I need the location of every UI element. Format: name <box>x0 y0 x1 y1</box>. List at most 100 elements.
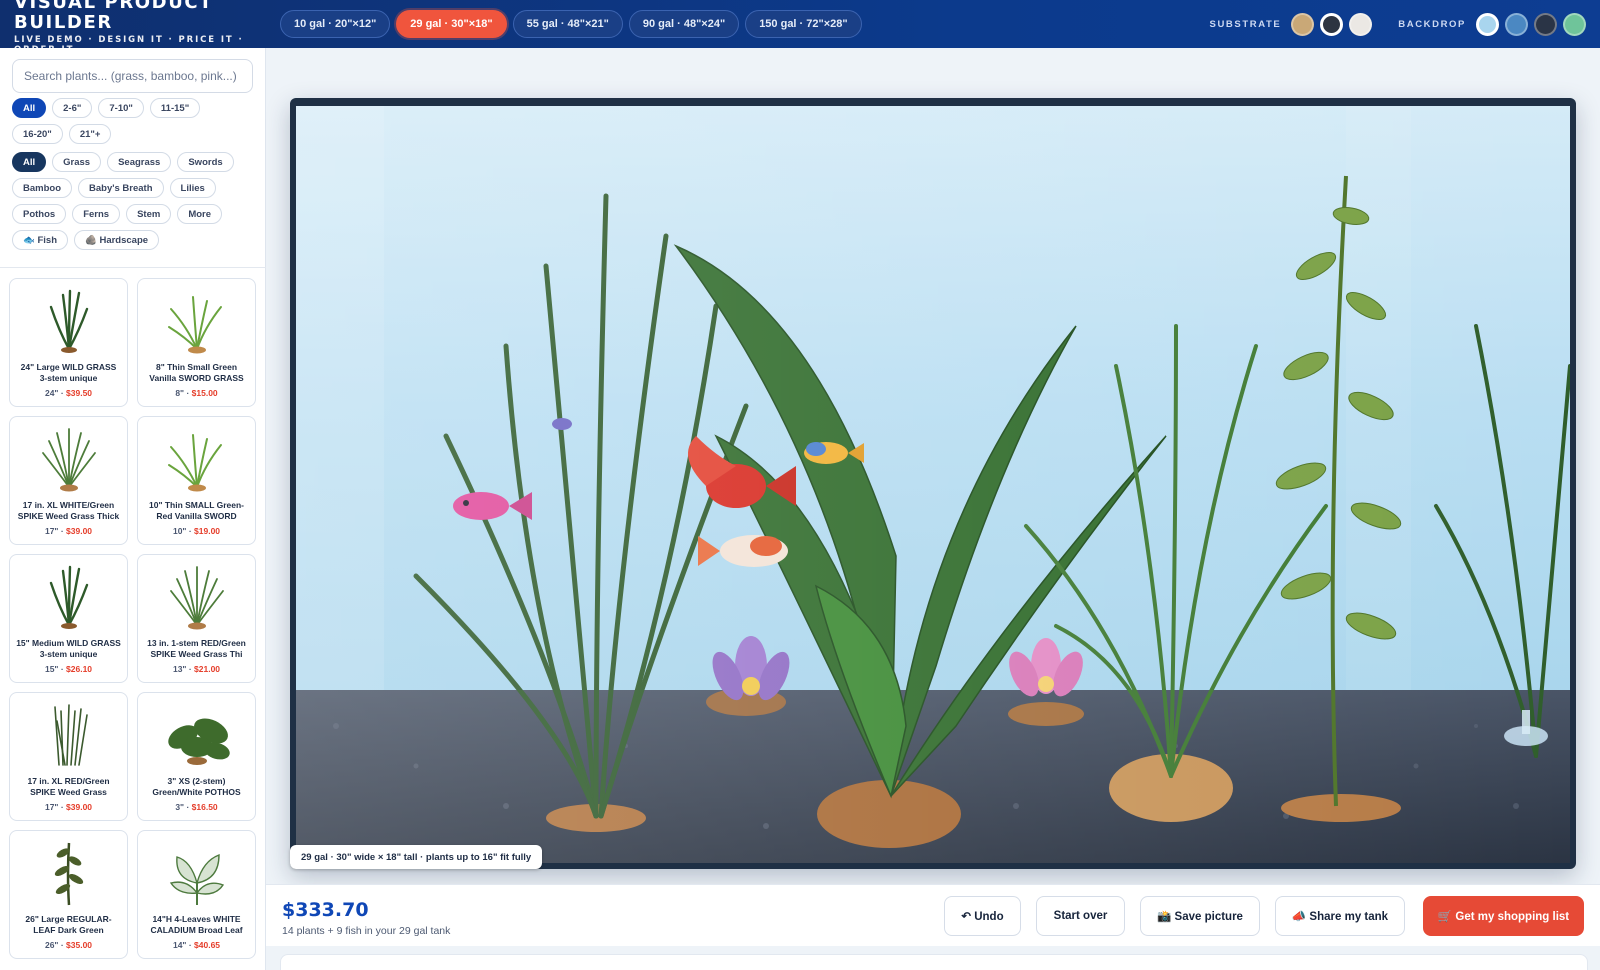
product-meta: 17" · $39.00 <box>44 526 93 536</box>
sidebar-divider <box>0 267 266 268</box>
substrate-label: SUBSTRATE <box>1209 18 1282 30</box>
tank-summary: 14 plants + 9 fish in your 29 gal tank <box>282 925 451 937</box>
brand: VISUAL PRODUCT BUILDER LIVE DEMO · DESIG… <box>14 0 280 55</box>
category-filter-pothos[interactable]: Pothos <box>12 204 67 224</box>
category-filter-bamboo[interactable]: Bamboo <box>12 178 72 198</box>
tank-tab-90gal[interactable]: 90 gal · 48"×24" <box>628 10 740 38</box>
product-name: 15" Medium WILD GRASS 3-stem unique <box>16 638 121 659</box>
undo-button[interactable]: ↶ Undo <box>944 896 1021 936</box>
save-picture-button[interactable]: 📸 Save picture <box>1140 896 1260 936</box>
product-card[interactable]: 10" Thin SMALL Green-Red Vanilla SWORD 10… <box>137 416 256 545</box>
product-meta: 14" · $40.65 <box>172 940 221 950</box>
product-price: $19.00 <box>194 526 221 536</box>
backdrop-swatch-green[interactable] <box>1563 12 1586 36</box>
plant-search-input[interactable] <box>12 59 253 93</box>
tank-tab-29gal[interactable]: 29 gal · 30"×18" <box>396 10 507 38</box>
product-meta: 10" · $19.00 <box>172 526 221 536</box>
product-card[interactable]: 8" Thin Small Green Vanilla SWORD GRASS 8… <box>137 278 256 407</box>
product-thumbnail <box>53 704 88 766</box>
appearance-options: SUBSTRATE BACKDROP <box>1209 12 1586 36</box>
glass-sheen <box>296 106 1570 863</box>
product-price: $39.00 <box>66 802 93 812</box>
category-filter-lilies[interactable]: Lilies <box>169 178 216 198</box>
product-card[interactable]: 14"H 4-Leaves WHITE CALADIUM Broad Leaf 1… <box>137 830 256 959</box>
category-filter-seagrass[interactable]: Seagrass <box>107 152 172 172</box>
product-thumbnail <box>169 853 224 905</box>
tank-tab-10gal[interactable]: 10 gal · 20"×12" <box>280 10 391 38</box>
tank-size-caption: 29 gal · 30" wide × 18" tall · plants up… <box>290 845 543 869</box>
product-price: $40.65 <box>194 940 221 950</box>
product-thumbnail <box>49 289 88 353</box>
substrate-swatch-sand[interactable] <box>1291 12 1315 36</box>
product-thumbnail <box>167 434 222 492</box>
aquarium-scene <box>296 106 1570 863</box>
category-filter-row: All Grass Seagrass Swords Bamboo Baby's … <box>12 152 256 250</box>
height-filter-11-15[interactable]: 11-15" <box>149 98 201 118</box>
product-thumbnail <box>41 428 96 492</box>
height-filter-21-plus[interactable]: 21"+ <box>68 124 112 144</box>
product-height: 26" <box>44 940 59 950</box>
product-meta: 13" · $21.00 <box>172 664 221 674</box>
product-name: 17 in. XL RED/Green SPIKE Weed Grass <box>27 776 110 797</box>
product-card[interactable]: 24" Large WILD GRASS 3-stem unique 24" · … <box>9 278 128 407</box>
height-filter-7-10[interactable]: 7-10" <box>98 98 144 118</box>
product-price: $26.10 <box>66 664 93 674</box>
category-filter-swords[interactable]: Swords <box>177 152 234 172</box>
substrate-swatch-black[interactable] <box>1320 12 1344 36</box>
product-height: 14" <box>172 940 187 950</box>
backdrop-swatch-blue[interactable] <box>1505 12 1528 36</box>
plant-sidebar: All 2-6" 7-10" 11-15" 16-20" 21"+ All Gr… <box>0 48 266 970</box>
tank-tab-150gal[interactable]: 150 gal · 72"×28" <box>745 10 862 38</box>
product-height: 10" <box>172 526 187 536</box>
category-filter-grass[interactable]: Grass <box>52 152 102 172</box>
height-filter-row: All 2-6" 7-10" 11-15" 16-20" 21"+ <box>12 98 256 144</box>
product-meta: 8" · $15.00 <box>175 388 218 398</box>
category-filter-babys-breath[interactable]: Baby's Breath <box>78 178 164 198</box>
backdrop-swatch-dark[interactable] <box>1534 12 1557 36</box>
product-card[interactable]: 15" Medium WILD GRASS 3-stem unique 15" ·… <box>9 554 128 683</box>
product-card[interactable]: 26" Large REGULAR-LEAF Dark Green 26" · $… <box>9 830 128 959</box>
category-filter-all[interactable]: All <box>12 152 47 172</box>
product-height: 15" <box>44 664 59 674</box>
product-card[interactable]: 17 in. XL WHITE/Green SPIKE Weed Grass T… <box>9 416 128 545</box>
product-name: 3" XS (2-stem) Green/White POTHOS <box>152 776 241 797</box>
height-filter-all[interactable]: All <box>12 98 47 118</box>
product-meta: 3" · $16.50 <box>175 802 218 812</box>
category-filter-stem[interactable]: Stem <box>126 204 172 224</box>
height-filter-2-6[interactable]: 2-6" <box>52 98 93 118</box>
product-meta: 26" · $35.00 <box>44 940 93 950</box>
product-height: 17" <box>44 802 59 812</box>
product-price: $16.50 <box>191 802 218 812</box>
product-name: 24" Large WILD GRASS 3-stem unique <box>20 362 117 383</box>
tank-tab-55gal[interactable]: 55 gal · 48"×21" <box>512 10 623 38</box>
product-price: $39.00 <box>66 526 93 536</box>
category-filter-fish[interactable]: 🐟 Fish <box>12 230 68 250</box>
lower-panel <box>280 954 1588 970</box>
product-height: 8" <box>175 388 185 398</box>
height-filter-16-20[interactable]: 16-20" <box>12 124 63 144</box>
product-card[interactable]: 17 in. XL RED/Green SPIKE Weed Grass 17" … <box>9 692 128 821</box>
category-filter-ferns[interactable]: Ferns <box>72 204 121 224</box>
substrate-swatch-white[interactable] <box>1349 12 1373 36</box>
aquarium-canvas[interactable] <box>296 106 1570 863</box>
backdrop-label: BACKDROP <box>1398 18 1466 30</box>
start-over-button[interactable]: Start over <box>1036 896 1125 936</box>
total-price: $333.70 <box>282 899 369 921</box>
product-card[interactable]: 3" XS (2-stem) Green/White POTHOS 3" · $1… <box>137 692 256 821</box>
category-filter-hardscape[interactable]: 🪨 Hardscape <box>74 230 160 250</box>
category-filter-more[interactable]: More <box>177 204 223 224</box>
product-thumbnail <box>54 842 83 906</box>
product-height: 17" <box>44 526 59 536</box>
share-tank-button[interactable]: 📣 Share my tank <box>1275 896 1405 936</box>
product-card[interactable]: 13 in. 1-stem RED/Green SPIKE Weed Grass… <box>137 554 256 683</box>
product-thumbnail <box>167 718 230 765</box>
product-thumbnail <box>167 296 222 354</box>
product-name: 8" Thin Small Green Vanilla SWORD GRASS <box>149 362 244 383</box>
lower-strip <box>266 946 1600 970</box>
backdrop-swatch-light-blue[interactable] <box>1476 12 1499 36</box>
shopping-list-button[interactable]: 🛒 Get my shopping list <box>1423 896 1584 936</box>
product-thumbnail <box>169 566 224 630</box>
product-height: 3" <box>175 802 185 812</box>
aquarium-frame <box>290 98 1576 869</box>
product-thumbnail <box>49 565 88 629</box>
